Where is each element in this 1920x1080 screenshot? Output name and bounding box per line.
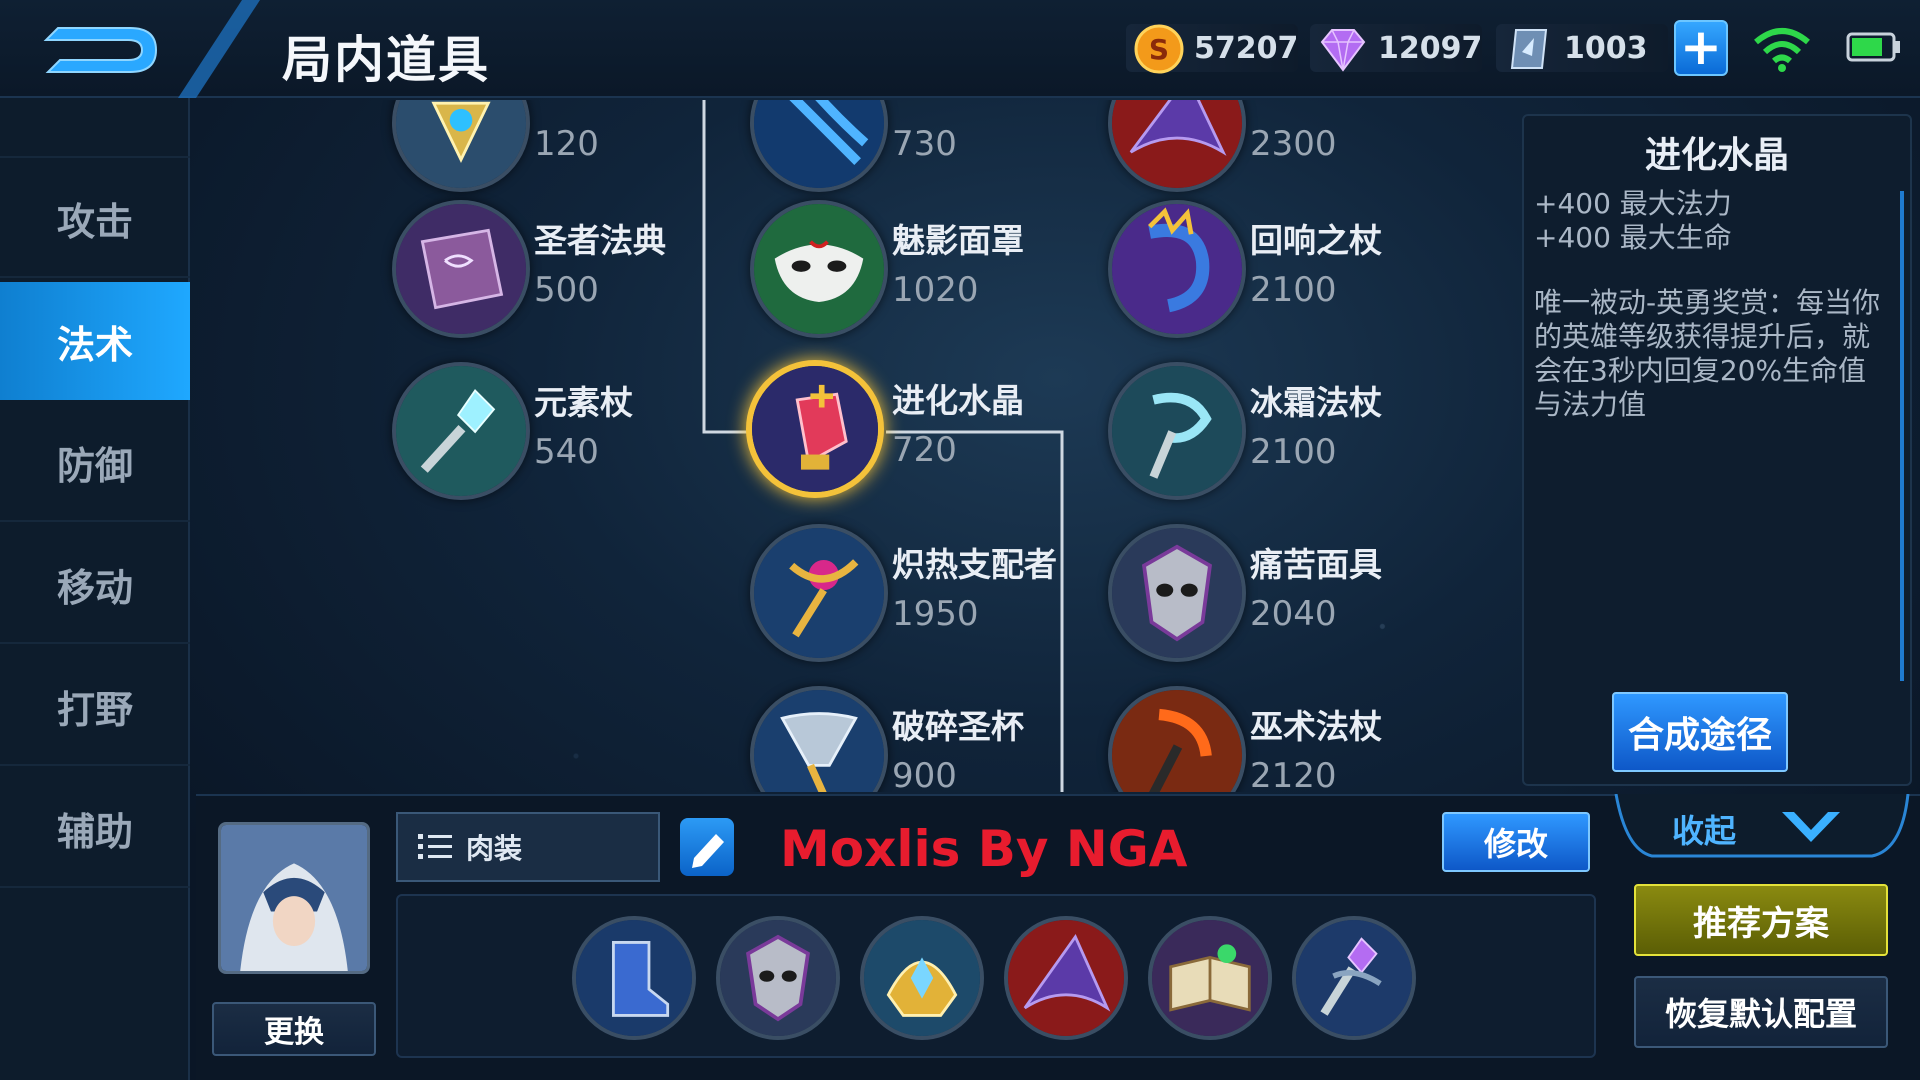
golden-scepter-icon: [750, 524, 888, 662]
white-mask-icon: [750, 200, 888, 338]
wizard-hat-icon: [1008, 920, 1124, 1036]
item-broken-chalice[interactable]: 破碎圣杯 900: [750, 686, 1080, 792]
voucher-icon: [1510, 29, 1548, 69]
detail-title: 进化水晶: [1644, 135, 1789, 176]
torment-mask-icon: [1108, 524, 1246, 662]
list-icon: [418, 834, 452, 859]
red-crystal-icon: [746, 360, 884, 498]
voucher-counter: 1003: [1496, 24, 1668, 72]
sidebar-item-support[interactable]: 辅助: [0, 770, 190, 888]
category-sidebar: 攻击 法术 防御 移动 打野 辅助: [0, 98, 190, 1080]
item-frost-staff[interactable]: 冰霜法杖 2100: [1108, 362, 1438, 512]
torment-mask-icon: [720, 920, 836, 1036]
golden-helm-icon: [864, 920, 980, 1036]
purple-staff-icon: [1296, 920, 1412, 1036]
crystal-wand-icon: [392, 362, 530, 500]
build-slot-2[interactable]: [716, 916, 840, 1040]
craft-path-button[interactable]: 合成途径: [1612, 692, 1788, 772]
build-slot-6[interactable]: [1292, 916, 1416, 1040]
build-slot-1[interactable]: [572, 916, 696, 1040]
boots-icon: [576, 920, 692, 1036]
hero-portrait[interactable]: [218, 822, 370, 974]
spellbook-icon: [392, 200, 530, 338]
broken-chalice-icon: [750, 686, 888, 792]
title-divider: [178, 0, 260, 98]
item-blue-claw[interactable]: 730: [750, 100, 1080, 204]
item-evolution-crystal[interactable]: 进化水晶 720: [746, 360, 1076, 510]
frost-staff-icon: [1108, 362, 1246, 500]
detail-stat-health: +400 最大生命: [1534, 221, 1732, 254]
svg-text:S: S: [1149, 33, 1169, 66]
sidebar-item-defense[interactable]: 防御: [0, 404, 190, 522]
reset-default-button[interactable]: 恢复默认配置: [1634, 976, 1888, 1048]
gold-coin-icon: S: [1134, 24, 1184, 74]
recharge-button[interactable]: +: [1674, 20, 1728, 76]
detail-scrollbar[interactable]: [1900, 191, 1904, 681]
item-scorching-ruler[interactable]: 炽热支配者 1950: [750, 524, 1080, 674]
sidebar-item-movement[interactable]: 移动: [0, 526, 190, 644]
detail-description: 唯一被动-英勇奖赏：每当你的英雄等级获得提升后，就会在3秒内回复20%生命值与法…: [1534, 286, 1881, 421]
item-holy-codex[interactable]: 圣者法典 500: [392, 200, 722, 350]
sidebar-item-magic[interactable]: 法术: [0, 282, 190, 400]
item-amulet[interactable]: 120: [392, 100, 722, 204]
blue-amulet-icon: [392, 100, 530, 192]
build-name: 肉装: [466, 832, 523, 865]
watermark-text: Moxlis By NGA: [780, 820, 1188, 878]
item-torment-mask[interactable]: 痛苦面具 2040: [1108, 524, 1438, 674]
gold-counter: S 57207: [1126, 24, 1298, 74]
build-slot-3[interactable]: [860, 916, 984, 1040]
top-bar: 局内道具 S 57207 12097 1003 +: [0, 0, 1920, 98]
sorcery-staff-icon: [1108, 686, 1246, 792]
item-element-staff[interactable]: 元素杖 540: [392, 362, 722, 512]
spellbook-icon: [1152, 920, 1268, 1036]
build-selector[interactable]: 肉装: [396, 812, 660, 882]
collapse-tab-frame: [1614, 794, 1910, 858]
sidebar-top-spacer: [0, 100, 190, 158]
change-hero-button[interactable]: 更换: [212, 1002, 376, 1056]
item-tree: 120 圣者法典 500 元素杖 540 730 魅影面罩 1020 进化水晶: [196, 100, 1510, 792]
dragon-staff-icon: [1108, 200, 1246, 338]
diamond-icon: [1320, 29, 1366, 72]
modify-build-button[interactable]: 修改: [1442, 812, 1590, 872]
item-sorcery-staff[interactable]: 巫术法杖 2120: [1108, 686, 1438, 792]
pencil-icon: [692, 834, 724, 868]
item-echo-staff[interactable]: 回响之杖 2100: [1108, 200, 1438, 350]
sidebar-item-jungle[interactable]: 打野: [0, 648, 190, 766]
blue-claw-icon: [750, 100, 888, 192]
back-button[interactable]: [38, 14, 168, 86]
build-slot-4[interactable]: [1004, 916, 1128, 1040]
chevron-down-icon[interactable]: [1776, 808, 1846, 848]
page-title: 局内道具: [282, 31, 490, 89]
recommend-build-button[interactable]: 推荐方案: [1634, 884, 1888, 956]
item-phantom-mask[interactable]: 魅影面罩 1020: [750, 200, 1080, 350]
item-detail-panel: 进化水晶 +400 最大法力 +400 最大生命 唯一被动-英勇奖赏：每当你的英…: [1522, 114, 1912, 786]
build-slot-5[interactable]: [1148, 916, 1272, 1040]
rename-build-button[interactable]: [680, 818, 734, 876]
wizard-hat-icon: [1108, 100, 1246, 192]
item-wizard-hat[interactable]: 2300: [1108, 100, 1438, 204]
battery-icon: [1846, 32, 1900, 62]
wifi-icon: [1754, 28, 1810, 72]
diamond-counter: 12097: [1310, 24, 1482, 72]
collapse-button[interactable]: 收起: [1672, 806, 1736, 852]
sidebar-item-attack[interactable]: 攻击: [0, 160, 190, 278]
